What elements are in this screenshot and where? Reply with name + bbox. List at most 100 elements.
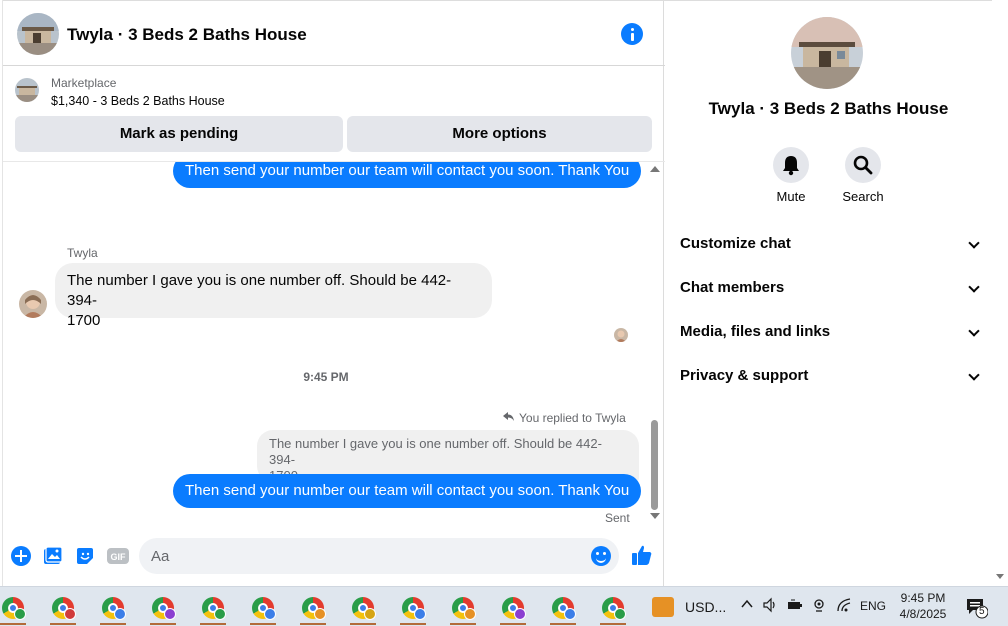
message-input[interactable]: Aa — [139, 538, 619, 574]
reply-indicator: You replied to Twyla — [503, 411, 626, 425]
currency-widget[interactable]: USD... — [652, 595, 732, 619]
profile-badge-icon — [564, 608, 576, 620]
reply-label-text: You replied to Twyla — [519, 411, 626, 425]
chrome-profile-button[interactable] — [346, 591, 380, 625]
chrome-profile-button[interactable] — [96, 591, 130, 625]
incoming-message-line2: 1700 — [67, 312, 101, 329]
profile-badge-icon — [264, 608, 276, 620]
chrome-profile-button[interactable] — [46, 591, 80, 625]
emoji-icon[interactable] — [591, 546, 611, 566]
profile-badge-icon — [514, 608, 526, 620]
gif-icon[interactable]: GIF — [107, 546, 129, 566]
currency-icon — [652, 597, 674, 617]
chrome-profile-button[interactable] — [246, 591, 280, 625]
input-language[interactable]: ENG — [860, 599, 886, 613]
chrome-profile-button[interactable] — [546, 591, 580, 625]
marketplace-listing: Marketplace $1,340 - 3 Beds 2 Baths Hous… — [3, 66, 665, 162]
profile-badge-icon — [364, 608, 376, 620]
listing-price-title[interactable]: $1,340 - 3 Beds 2 Baths House — [51, 94, 225, 108]
running-indicator — [600, 623, 626, 625]
thumbs-up-icon[interactable] — [631, 544, 653, 566]
message-composer: GIF Aa — [3, 530, 665, 586]
incoming-message[interactable]: The number I gave you is one number off.… — [55, 263, 492, 329]
profile-badge-icon — [464, 608, 476, 620]
panel-scrollbar[interactable] — [992, 0, 1008, 586]
system-clock[interactable]: 9:45 PM 4/8/2025 — [893, 590, 953, 622]
running-indicator — [350, 623, 376, 625]
notification-count: 5 — [979, 606, 985, 617]
outgoing-message[interactable]: Then send your number our team will cont… — [173, 162, 642, 188]
chevron-down-icon — [968, 237, 980, 249]
chrome-profile-button[interactable] — [296, 591, 330, 625]
section-media-files-links[interactable]: Media, files and links — [680, 317, 980, 347]
chat-scrollbar-thumb[interactable] — [651, 420, 658, 510]
sender-avatar[interactable] — [19, 290, 47, 318]
conversation-avatar[interactable] — [791, 17, 863, 89]
chrome-profile-button[interactable] — [196, 591, 230, 625]
conversation-details-panel: Twyla · 3 Beds 2 Baths House Mute Search… — [665, 0, 992, 586]
scroll-up-arrow[interactable] — [650, 166, 660, 172]
scroll-down-arrow[interactable] — [650, 513, 660, 519]
currency-label: USD... — [685, 599, 727, 615]
sticker-icon[interactable] — [75, 546, 95, 566]
message-list[interactable]: Then send your number our team will cont… — [3, 162, 665, 530]
running-indicator — [500, 623, 526, 625]
clock-time: 9:45 PM — [900, 591, 946, 605]
search-icon[interactable] — [845, 147, 881, 183]
chevron-down-icon — [968, 369, 980, 381]
chrome-profile-button[interactable] — [596, 591, 630, 625]
chrome-profile-button[interactable] — [146, 591, 180, 625]
search-action[interactable]: Search — [833, 147, 893, 204]
section-privacy-support[interactable]: Privacy & support — [680, 361, 980, 391]
outgoing-message[interactable]: Then send your number our team will cont… — [173, 474, 642, 508]
chrome-profile-button[interactable] — [496, 591, 530, 625]
running-indicator — [200, 623, 226, 625]
quoted-line1: The number I gave you is one number off.… — [269, 436, 602, 467]
mark-as-pending-button[interactable]: Mark as pending — [15, 116, 343, 152]
profile-badge-icon — [414, 608, 426, 620]
wifi-icon[interactable] — [836, 597, 852, 616]
photo-icon[interactable] — [43, 546, 63, 566]
bell-icon[interactable] — [773, 147, 809, 183]
mute-action[interactable]: Mute — [761, 147, 821, 204]
plus-icon[interactable] — [11, 546, 31, 566]
chrome-profile-button[interactable] — [396, 591, 430, 625]
chrome-profile-button[interactable] — [0, 591, 30, 625]
marketplace-label: Marketplace — [51, 76, 117, 90]
battery-icon[interactable] — [787, 597, 803, 616]
clock-date: 4/8/2025 — [899, 607, 947, 621]
more-options-button[interactable]: More options — [347, 116, 652, 152]
chat-pane: Twyla · 3 Beds 2 Baths House Marketplace… — [2, 0, 665, 586]
section-customize-chat[interactable]: Customize chat — [680, 229, 980, 259]
running-indicator — [100, 623, 126, 625]
chrome-profile-button[interactable] — [446, 591, 480, 625]
running-indicator — [550, 623, 576, 625]
listing-avatar[interactable] — [17, 13, 59, 55]
notification-icon[interactable]: 5 — [966, 597, 989, 619]
chevron-up-icon[interactable] — [740, 597, 754, 614]
time-separator: 9:45 PM — [303, 370, 349, 384]
seen-receipt-avatar — [614, 328, 628, 342]
mute-label: Mute — [776, 189, 806, 204]
webcam-icon[interactable] — [811, 597, 827, 616]
gif-label: GIF — [111, 552, 127, 562]
conversation-title: Twyla · 3 Beds 2 Baths House — [708, 99, 949, 118]
chat-title[interactable]: Twyla · 3 Beds 2 Baths House — [67, 25, 307, 45]
reply-icon — [503, 411, 515, 425]
section-label: Chat members — [680, 279, 785, 296]
section-chat-members[interactable]: Chat members — [680, 273, 980, 303]
messenger-window: Twyla · 3 Beds 2 Baths House Marketplace… — [0, 0, 1008, 586]
chat-header: Twyla · 3 Beds 2 Baths House — [3, 0, 665, 66]
info-icon[interactable] — [621, 23, 643, 45]
incoming-message-line1: The number I gave you is one number off.… — [67, 272, 452, 309]
profile-badge-icon — [14, 608, 26, 620]
section-label: Customize chat — [680, 235, 791, 252]
running-indicator — [150, 623, 176, 625]
running-indicator — [250, 623, 276, 625]
volume-icon[interactable] — [762, 597, 778, 616]
scroll-down-arrow[interactable] — [996, 574, 1004, 579]
listing-thumbnail[interactable] — [15, 78, 39, 102]
profile-badge-icon — [164, 608, 176, 620]
search-label: Search — [842, 189, 884, 204]
profile-badge-icon — [614, 608, 626, 620]
